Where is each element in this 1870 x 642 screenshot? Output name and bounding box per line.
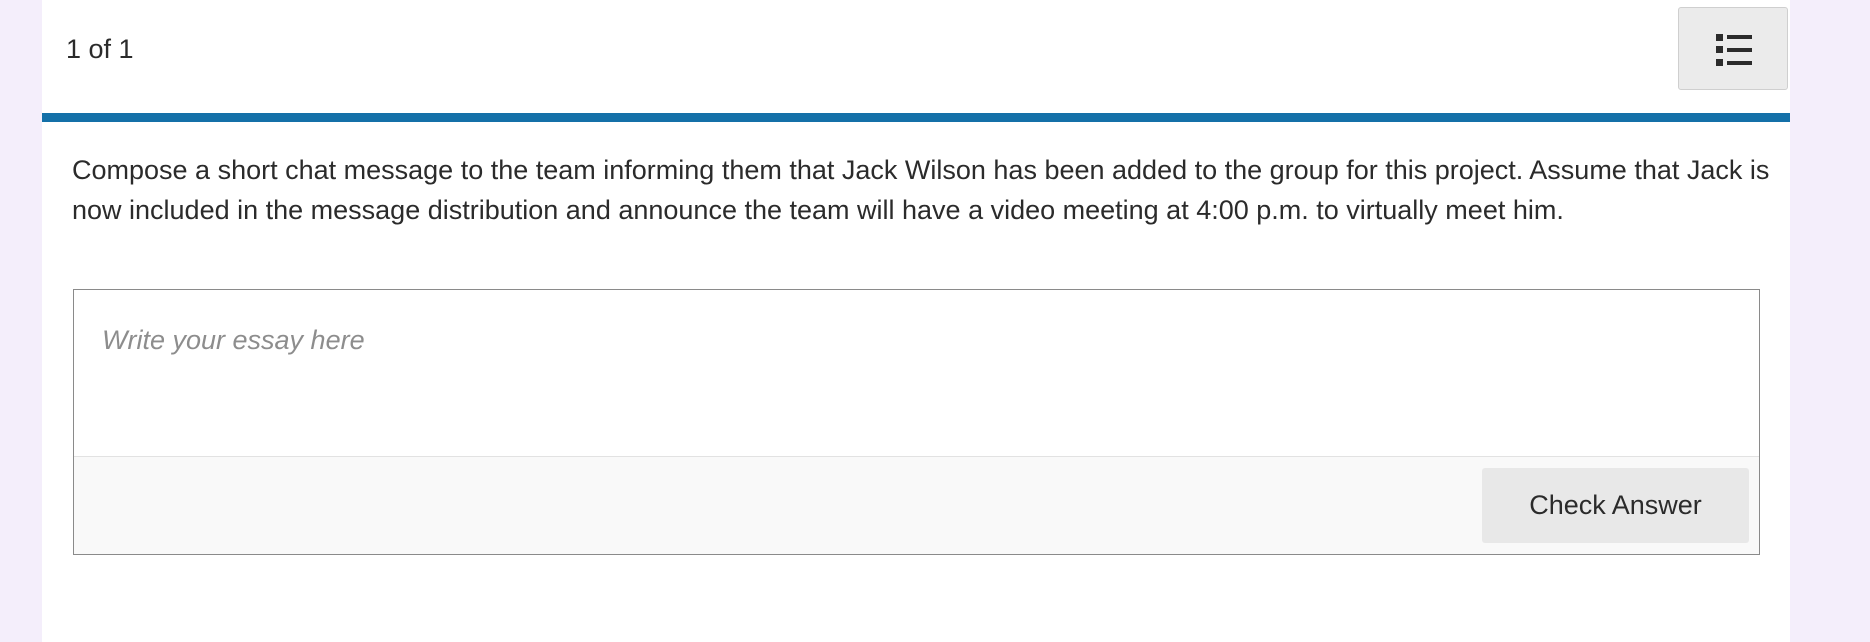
essay-input[interactable] bbox=[74, 290, 1759, 456]
question-panel: 1 of 1 Compose a short chat message to t… bbox=[42, 0, 1790, 642]
top-bar: 1 of 1 bbox=[42, 0, 1790, 113]
progress-divider bbox=[42, 113, 1790, 122]
check-answer-button[interactable]: Check Answer bbox=[1482, 468, 1749, 543]
list-icon bbox=[1716, 34, 1752, 66]
essay-container: Check Answer bbox=[73, 289, 1760, 555]
essay-footer: Check Answer bbox=[74, 456, 1759, 554]
question-prompt: Compose a short chat message to the team… bbox=[72, 155, 1770, 225]
question-list-button[interactable] bbox=[1678, 7, 1788, 90]
question-counter: 1 of 1 bbox=[66, 34, 134, 64]
